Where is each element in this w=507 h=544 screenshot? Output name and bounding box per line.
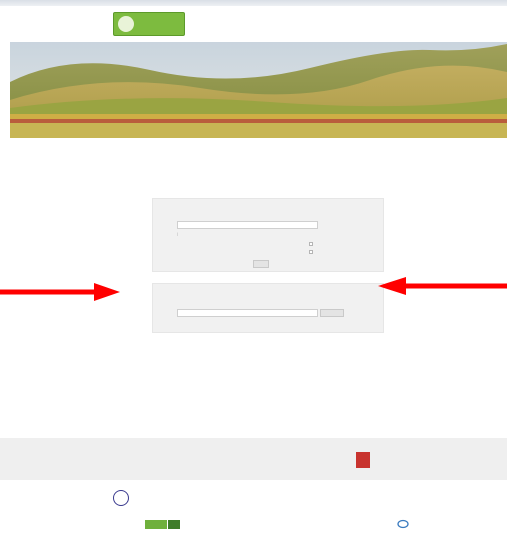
partner-logo[interactable] (168, 520, 180, 529)
footer-band (0, 438, 507, 480)
right-arrow-icon (0, 283, 120, 301)
partner-logo-swirl-icon[interactable] (397, 518, 409, 530)
partner-logo[interactable] (145, 520, 167, 529)
tree-icon (118, 16, 134, 32)
login-submit-button[interactable] (253, 260, 269, 268)
login-panel: | (152, 198, 384, 272)
option-checkbox[interactable] (309, 250, 313, 254)
remember-checkbox[interactable] (309, 242, 313, 246)
register-panel (152, 283, 384, 333)
left-arrow-icon (378, 277, 507, 295)
register-submit-button[interactable] (320, 309, 344, 317)
site-logo[interactable] (113, 12, 185, 36)
site-header (0, 6, 507, 42)
email-input[interactable] (177, 309, 318, 317)
hero-landscape-image (10, 42, 507, 138)
input-cursor-mark: | (177, 231, 179, 236)
username-input[interactable] (177, 221, 318, 229)
accessibility-logo[interactable] (113, 490, 129, 506)
partner-badge[interactable] (356, 452, 370, 468)
